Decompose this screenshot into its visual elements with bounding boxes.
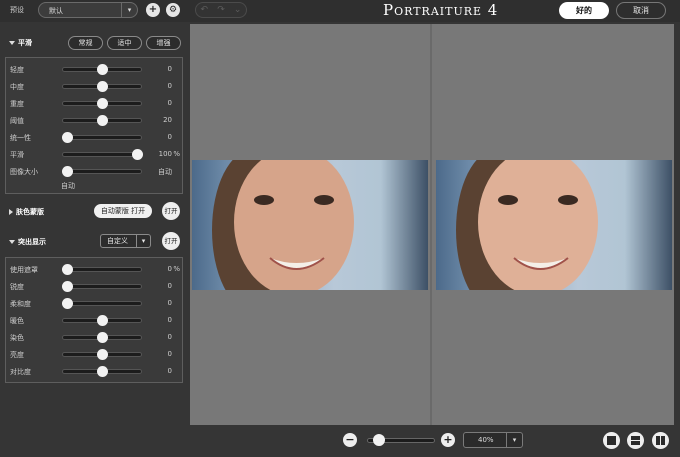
slider-row: 重度 0 bbox=[10, 98, 172, 109]
slider-track[interactable] bbox=[61, 132, 142, 143]
slider-track[interactable] bbox=[62, 332, 142, 343]
slider-row: 染色 0 bbox=[10, 332, 172, 343]
slider-knob[interactable] bbox=[97, 366, 108, 377]
slider-track[interactable] bbox=[62, 366, 142, 377]
preset-label: 预设 bbox=[10, 6, 24, 14]
preset-medium-button[interactable]: 适中 bbox=[107, 36, 142, 50]
slider-knob[interactable] bbox=[61, 132, 73, 143]
zoom-level-dropdown[interactable]: 40% ▾ bbox=[463, 432, 523, 448]
preset-normal-button[interactable]: 常规 bbox=[68, 36, 103, 50]
zoom-slider-knob[interactable] bbox=[373, 434, 386, 446]
split-vertical-icon bbox=[656, 436, 665, 445]
history-dropdown-icon[interactable]: ⌄ bbox=[234, 5, 242, 15]
slider-knob[interactable] bbox=[97, 115, 108, 126]
slider-track[interactable] bbox=[62, 149, 144, 160]
app-title: PORTRAITURE 4 bbox=[383, 1, 499, 19]
enhance-mode-dropdown[interactable]: 自定义 ▾ bbox=[100, 234, 151, 248]
plus-icon: + bbox=[443, 433, 453, 446]
slider-knob[interactable] bbox=[61, 281, 73, 292]
smoothing-section-header[interactable]: 平滑 bbox=[9, 38, 32, 48]
ok-button[interactable]: 好的 bbox=[559, 2, 609, 19]
slider-track[interactable] bbox=[62, 115, 142, 126]
zoom-out-button[interactable]: − bbox=[343, 433, 357, 447]
slider-knob[interactable] bbox=[97, 98, 108, 109]
slider-knob[interactable] bbox=[61, 298, 73, 309]
caret-right-icon bbox=[9, 209, 13, 215]
preset-value: 默认 bbox=[49, 7, 63, 15]
slider-track[interactable] bbox=[62, 349, 142, 360]
slider-track[interactable] bbox=[61, 281, 142, 292]
enhance-panel: 使用遮罩 0 % 锐度 0 柔和度 0 暖色 0 染色 0 亮度 0 对比度 0 bbox=[5, 257, 183, 383]
slider-row: 统一性 0 bbox=[10, 132, 172, 143]
slider-row: 使用遮罩 0 % bbox=[10, 264, 180, 275]
auto-mask-button[interactable]: 自动蒙版 打开 bbox=[94, 204, 152, 218]
slider-knob[interactable] bbox=[97, 349, 108, 360]
slider-row: 平滑 100 % bbox=[10, 149, 180, 160]
history-controls: ↶ ↷ ⌄ bbox=[195, 2, 247, 18]
slider-knob[interactable] bbox=[97, 64, 108, 75]
single-view-button[interactable] bbox=[603, 432, 620, 449]
slider-row: 柔和度 0 bbox=[10, 298, 172, 309]
preset-strong-button[interactable]: 增强 bbox=[146, 36, 181, 50]
slider-knob[interactable] bbox=[97, 315, 108, 326]
enhance-toggle[interactable]: 打开 bbox=[162, 232, 180, 250]
split-horizontal-button[interactable] bbox=[627, 432, 644, 449]
slider-row: 阈值 20 bbox=[10, 115, 172, 126]
add-preset-button[interactable]: + bbox=[146, 3, 160, 17]
redo-icon[interactable]: ↷ bbox=[217, 5, 225, 15]
skin-mask-toggle[interactable]: 打开 bbox=[162, 202, 180, 220]
zoom-in-button[interactable]: + bbox=[441, 433, 455, 447]
image-size-auto-note: 自动 bbox=[61, 182, 75, 190]
smoothing-panel: 轻度 0 中度 0 重度 0 阈值 20 统一性 0 平滑 100 % 图像大小… bbox=[5, 57, 183, 194]
slider-knob[interactable] bbox=[61, 264, 73, 275]
preview-area[interactable] bbox=[190, 24, 674, 425]
slider-row: 锐度 0 bbox=[10, 281, 172, 292]
slider-knob[interactable] bbox=[132, 149, 144, 160]
undo-icon[interactable]: ↶ bbox=[201, 5, 209, 15]
cancel-button[interactable]: 取消 bbox=[616, 2, 666, 19]
slider-track[interactable] bbox=[61, 264, 142, 275]
skin-mask-section-header[interactable]: 肤色蒙版 bbox=[9, 207, 44, 217]
chevron-down-icon: ▾ bbox=[136, 235, 150, 247]
slider-track[interactable] bbox=[62, 98, 142, 109]
gear-icon: ⚙ bbox=[168, 5, 178, 15]
slider-track[interactable] bbox=[62, 315, 142, 326]
split-vertical-button[interactable] bbox=[652, 432, 669, 449]
preset-dropdown[interactable]: 默认 ▾ bbox=[38, 2, 138, 18]
slider-knob[interactable] bbox=[61, 166, 73, 177]
slider-track[interactable] bbox=[62, 64, 142, 75]
slider-track[interactable] bbox=[62, 81, 142, 92]
slider-row: 中度 0 bbox=[10, 81, 172, 92]
slider-track[interactable] bbox=[61, 298, 142, 309]
slider-row: 轻度 0 bbox=[10, 64, 172, 75]
minus-icon: − bbox=[345, 433, 355, 446]
caret-down-icon bbox=[9, 240, 15, 244]
split-divider[interactable] bbox=[430, 24, 432, 425]
enhance-section-header[interactable]: 突出显示 bbox=[9, 237, 46, 247]
slider-knob[interactable] bbox=[97, 332, 108, 343]
preset-settings-button[interactable]: ⚙ bbox=[166, 3, 180, 17]
slider-row: 亮度 0 bbox=[10, 349, 172, 360]
slider-track[interactable] bbox=[61, 166, 142, 177]
slider-row: 对比度 0 bbox=[10, 366, 172, 377]
plus-icon: + bbox=[148, 4, 158, 15]
slider-row: 图像大小 自动 bbox=[10, 166, 172, 177]
original-photo bbox=[192, 160, 428, 290]
chevron-down-icon: ▾ bbox=[121, 3, 137, 17]
slider-row: 暖色 0 bbox=[10, 315, 172, 326]
retouched-photo bbox=[436, 160, 672, 290]
chevron-down-icon: ▾ bbox=[506, 433, 522, 447]
single-view-icon bbox=[607, 436, 616, 445]
slider-knob[interactable] bbox=[97, 81, 108, 92]
split-horizontal-icon bbox=[631, 436, 640, 445]
caret-down-icon bbox=[9, 41, 15, 45]
